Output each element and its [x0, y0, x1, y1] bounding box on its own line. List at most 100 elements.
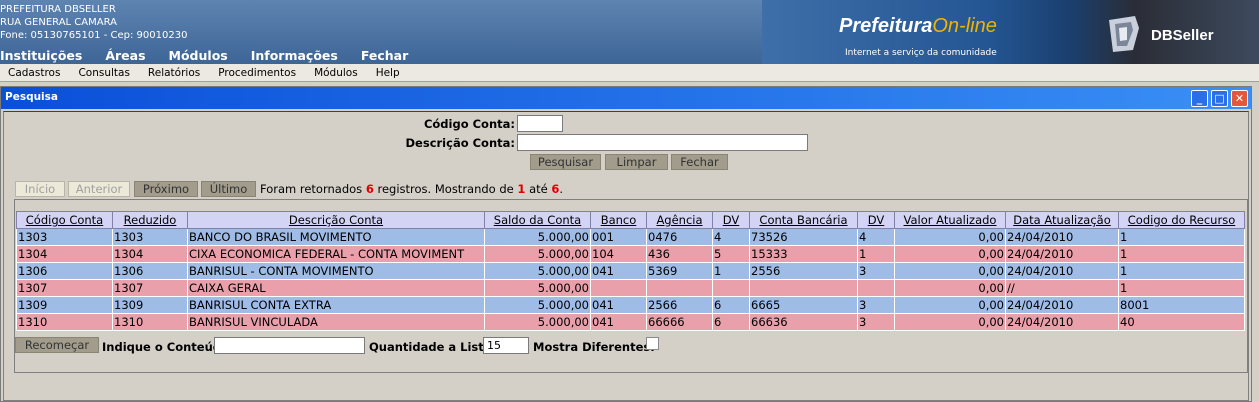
- table-row[interactable]: 1309 1309 BANRISUL CONTA EXTRA 5.000,00 041 2…: [16, 296, 1245, 314]
- submenu-modulos[interactable]: Módulos: [314, 67, 358, 79]
- logo-tagline: Internet a serviço da comunidade: [845, 48, 997, 58]
- col-dv-agencia[interactable]: DV: [712, 211, 750, 229]
- table-cell: 2556: [749, 262, 858, 280]
- fechar-button[interactable]: Fechar: [671, 154, 728, 170]
- col-reduzido[interactable]: Reduzido: [112, 211, 188, 229]
- table-cell: //: [1005, 279, 1119, 297]
- mostra-diferentes-label: Mostra Diferentes:: [533, 340, 655, 354]
- submenu-procedimentos[interactable]: Procedimentos: [218, 67, 296, 79]
- recomecar-button[interactable]: Recomeçar: [15, 337, 99, 353]
- table-row[interactable]: 1310 1310 BANRISUL VINCULADA 5.000,00 041 666…: [16, 313, 1245, 331]
- submenu-relatorios[interactable]: Relatórios: [148, 67, 200, 79]
- table-cell: 1: [712, 262, 750, 280]
- table-cell: 40: [1118, 313, 1245, 331]
- col-valor-atualizado[interactable]: Valor Atualizado: [894, 211, 1006, 229]
- table-cell: 3: [857, 313, 895, 331]
- codigo-conta-input[interactable]: [517, 115, 563, 132]
- logo-area: PrefeituraOn-line Internet a serviço da …: [762, 0, 1259, 64]
- descricao-conta-input[interactable]: [517, 134, 808, 151]
- menu-areas[interactable]: Áreas: [105, 48, 145, 64]
- close-button[interactable]: ✕: [1231, 90, 1248, 107]
- table-cell: 3: [857, 262, 895, 280]
- proximo-button[interactable]: Próximo: [134, 181, 198, 197]
- descricao-conta-label: Descrição Conta:: [405, 136, 516, 150]
- col-banco[interactable]: Banco: [590, 211, 647, 229]
- table-cell: 24/04/2010: [1005, 313, 1119, 331]
- window-body: Código Conta: Descrição Conta: Pesquisar…: [3, 111, 1249, 401]
- table-cell: BANRISUL CONTA EXTRA: [187, 296, 485, 314]
- org-name: PREFEITURA DBSELLER: [0, 4, 116, 15]
- table-cell: 8001: [1118, 296, 1245, 314]
- table-cell: 1310: [16, 313, 113, 331]
- table-body: 1303 1303 BANCO DO BRASIL MOVIMENTO 5.000,0…: [16, 228, 1245, 331]
- results-table: Código Conta Reduzido Descrição Conta Sa…: [16, 211, 1245, 331]
- table-row[interactable]: 1307 1307 CAIXA GERAL 5.000,00 0,00//1: [16, 279, 1245, 297]
- table-cell: 041: [590, 296, 647, 314]
- bottom-filter-bar: Recomeçar Indique o Conteúdo: Quantidade…: [14, 337, 1246, 357]
- table-cell: 6: [712, 296, 750, 314]
- limpar-button[interactable]: Limpar: [605, 154, 668, 170]
- table-cell: 5: [712, 245, 750, 263]
- col-saldo-conta[interactable]: Saldo da Conta: [484, 211, 591, 229]
- table-cell: 5.000,00: [484, 262, 591, 280]
- minimize-button[interactable]: _: [1191, 90, 1208, 107]
- col-descricao-conta[interactable]: Descrição Conta: [187, 211, 485, 229]
- table-cell: 1: [857, 245, 895, 263]
- table-cell: 0,00: [894, 245, 1006, 263]
- col-codigo-recurso[interactable]: Codigo do Recurso: [1118, 211, 1245, 229]
- indique-conteudo-input[interactable]: [214, 337, 365, 354]
- table-row[interactable]: 1303 1303 BANCO DO BRASIL MOVIMENTO 5.000,0…: [16, 228, 1245, 246]
- submenu-cadastros[interactable]: Cadastros: [8, 67, 60, 79]
- table-cell: 1306: [112, 262, 188, 280]
- pesquisar-button[interactable]: Pesquisar: [530, 154, 601, 170]
- menu-fechar[interactable]: Fechar: [361, 48, 408, 64]
- table-cell: 0,00: [894, 228, 1006, 246]
- table-cell: BANRISUL VINCULADA: [187, 313, 485, 331]
- table-cell: 1310: [112, 313, 188, 331]
- table-cell: 1: [1118, 262, 1245, 280]
- prefeitura-online-logo: PrefeituraOn-line: [839, 15, 997, 37]
- table-cell: 2566: [646, 296, 713, 314]
- table-cell: 24/04/2010: [1005, 296, 1119, 314]
- table-row[interactable]: 1304 1304 CIXA ECONOMICA FEDERAL - CONTA M…: [16, 245, 1245, 263]
- table-cell: [712, 279, 750, 297]
- maximize-button[interactable]: □: [1211, 90, 1228, 107]
- result-summary: Foram retornados 6 registros. Mostrando …: [260, 182, 564, 196]
- sub-menu: Cadastros Consultas Relatórios Procedime…: [0, 64, 1259, 82]
- menu-informacoes[interactable]: Informações: [251, 48, 338, 64]
- main-menu: Instituições Áreas Módulos Informações F…: [0, 48, 431, 64]
- search-window: Pesquisa _ □ ✕ Código Conta: Descrição C…: [0, 86, 1252, 402]
- col-agencia[interactable]: Agência: [646, 211, 713, 229]
- submenu-help[interactable]: Help: [376, 67, 400, 79]
- col-dv-conta[interactable]: DV: [857, 211, 895, 229]
- table-cell: 73526: [749, 228, 858, 246]
- menu-modulos[interactable]: Módulos: [169, 48, 228, 64]
- table-cell: 5.000,00: [484, 279, 591, 297]
- dbseller-logo-icon: [1109, 16, 1139, 52]
- col-conta-bancaria[interactable]: Conta Bancária: [749, 211, 858, 229]
- table-cell: 1309: [16, 296, 113, 314]
- table-cell: 0,00: [894, 313, 1006, 331]
- table-cell: BANCO DO BRASIL MOVIMENTO: [187, 228, 485, 246]
- inicio-button[interactable]: Início: [15, 181, 65, 197]
- col-codigo-conta[interactable]: Código Conta: [16, 211, 113, 229]
- menu-instituicoes[interactable]: Instituições: [0, 48, 82, 64]
- table-cell: CIXA ECONOMICA FEDERAL - CONTA MOVIMENT: [187, 245, 485, 263]
- table-cell: 1303: [16, 228, 113, 246]
- table-cell: 24/04/2010: [1005, 228, 1119, 246]
- table-header-row: Código Conta Reduzido Descrição Conta Sa…: [16, 211, 1245, 229]
- window-titlebar[interactable]: Pesquisa _ □ ✕: [1, 87, 1251, 109]
- quantidade-listar-input[interactable]: [483, 337, 529, 354]
- col-data-atualizacao[interactable]: Data Atualização: [1005, 211, 1119, 229]
- org-address: RUA GENERAL CAMARA: [0, 17, 117, 28]
- table-cell: 1: [1118, 279, 1245, 297]
- ultimo-button[interactable]: Último: [201, 181, 256, 197]
- mostra-diferentes-checkbox[interactable]: [646, 337, 659, 350]
- table-cell: [749, 279, 858, 297]
- table-cell: 5.000,00: [484, 245, 591, 263]
- table-row[interactable]: 1306 1306 BANRISUL - CONTA MOVIMENTO 5.000,…: [16, 262, 1245, 280]
- submenu-consultas[interactable]: Consultas: [78, 67, 129, 79]
- table-cell: [857, 279, 895, 297]
- table-cell: 1303: [112, 228, 188, 246]
- anterior-button[interactable]: Anterior: [68, 181, 130, 197]
